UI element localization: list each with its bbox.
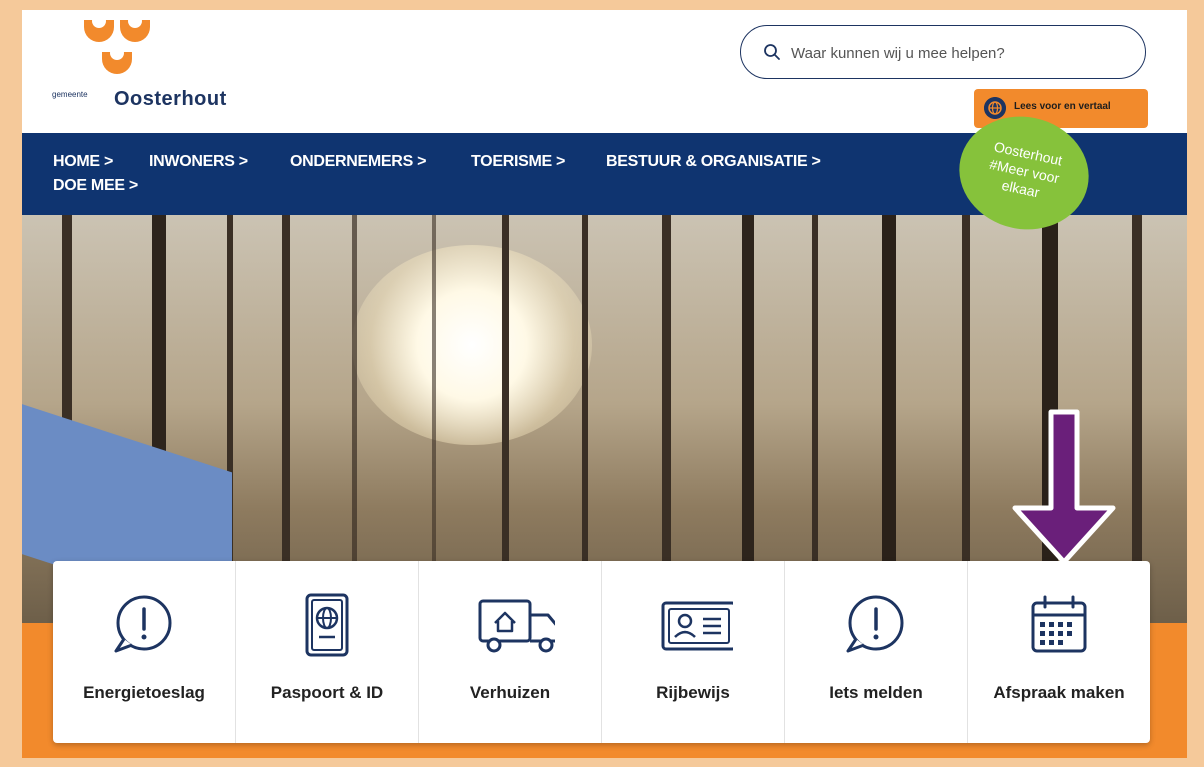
read-aloud-label: Lees voor en vertaal [1014,101,1111,112]
calendar-icon [1031,595,1087,653]
exclamation-bubble-icon [846,595,904,653]
passport-icon [305,593,349,657]
tile-label: Iets melden [829,683,923,702]
nav-doe-mee[interactable]: DOE MEE > [53,177,138,195]
tile-iets-melden[interactable]: Iets melden [785,561,968,743]
logo-gemeente-text: gemeente [52,90,88,99]
exclamation-bubble-icon [114,595,172,653]
tile-afspraak-maken[interactable]: Afspraak maken [968,561,1150,743]
tile-label: Afspraak maken [993,683,1125,702]
nav-inwoners[interactable]: INWONERS > [149,153,248,171]
logo-crest-icon[interactable] [84,10,164,80]
quick-links: Energietoeslag Paspoort & ID Verhuizen R… [53,561,1150,743]
site-header: gemeente Oosterhout Lees voor en vertaal [22,10,1187,133]
nav-home[interactable]: HOME > [53,153,113,171]
search-box [740,25,1146,79]
tile-verhuizen[interactable]: Verhuizen [419,561,602,743]
page-frame: gemeente Oosterhout Lees voor en vertaal… [22,10,1187,758]
search-icon[interactable] [763,43,781,61]
tile-label: Rijbewijs [656,683,730,702]
tile-label: Verhuizen [469,683,551,702]
tile-rijbewijs[interactable]: Rijbewijs [602,561,785,743]
nav-bestuur-organisatie[interactable]: BESTUUR & ORGANISATIE > [606,153,821,171]
tile-label: Paspoort & ID [270,683,384,702]
moving-truck-icon [478,599,555,653]
nav-ondernemers[interactable]: ONDERNEMERS > [290,153,426,171]
tile-paspoort-id[interactable]: Paspoort & ID [236,561,419,743]
search-input[interactable] [789,38,1123,68]
nav-toerisme[interactable]: TOERISME > [471,153,565,171]
down-arrow-icon [1012,409,1116,565]
tile-label: Energietoeslag [83,683,205,702]
id-card-icon [661,601,733,651]
globe-speaker-icon [984,97,1006,119]
logo-name[interactable]: Oosterhout [114,88,227,111]
tile-energietoeslag[interactable]: Energietoeslag [53,561,236,743]
